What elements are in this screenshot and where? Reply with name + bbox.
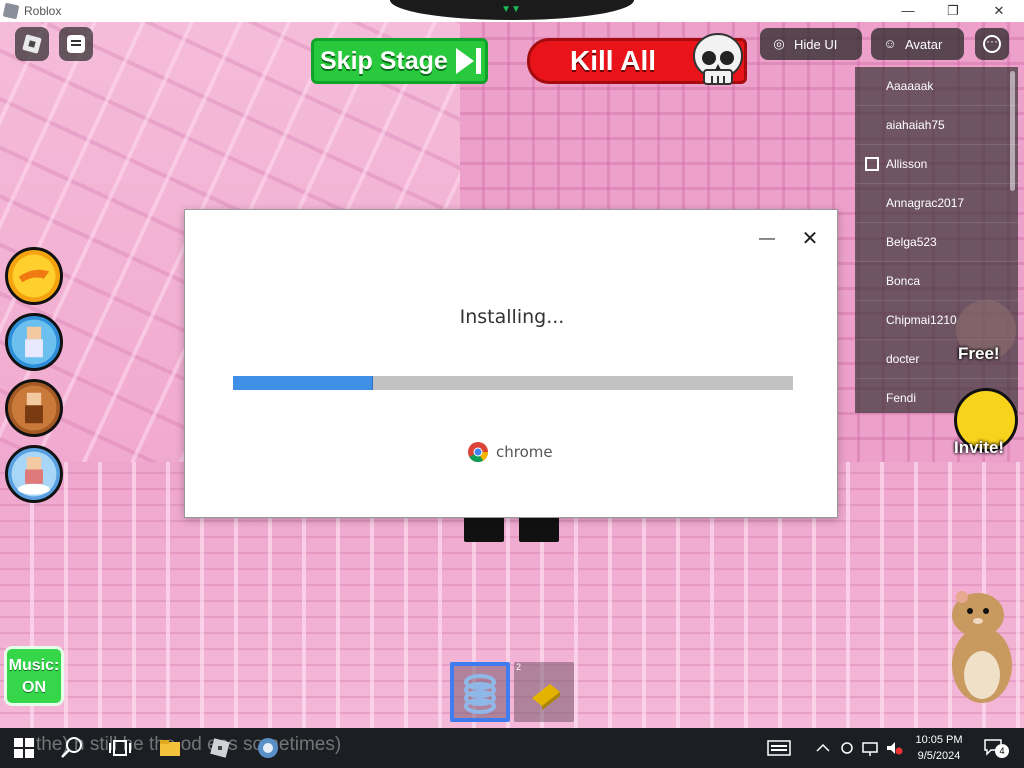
player-name: Chipmai1210 [886, 313, 957, 327]
skip-stage-button[interactable]: Skip Stage [311, 38, 488, 84]
chrome-brand: chrome [467, 441, 553, 463]
hide-ui-label: Hide UI [794, 36, 838, 52]
avatar-label: Avatar [905, 36, 943, 52]
chrome-logo-icon [468, 442, 489, 463]
player-name: Annagrac2017 [886, 196, 965, 210]
player-name: Aaaaaak [886, 79, 934, 93]
roblox-taskbar-icon[interactable] [208, 736, 232, 760]
skip-bar-icon [475, 48, 481, 74]
play-icon [455, 48, 474, 74]
minimize-window-button[interactable]: — [885, 0, 931, 22]
installer-minimize-button[interactable]: — [757, 230, 777, 250]
hide-ui-button[interactable]: ◎ Hide UI [760, 28, 862, 60]
installer-status-text: Installing... [459, 306, 565, 328]
app-taskbar-icon[interactable] [256, 736, 280, 760]
player-list-item[interactable]: Allisson [855, 145, 1018, 184]
camera-icon[interactable] [838, 736, 856, 760]
free-reward-button[interactable]: Free! [954, 300, 1018, 366]
clock-date: 9/5/2024 [917, 750, 961, 762]
music-toggle-button[interactable]: Music: ON [4, 646, 64, 706]
skip-stage-label: Skip Stage [320, 46, 448, 75]
more-options-icon: ··· [983, 35, 1001, 53]
invite-label: Invite! [954, 438, 1005, 457]
notification-count: 4 [995, 744, 1009, 758]
notification-center-button[interactable]: 4 [983, 738, 1009, 758]
clock[interactable]: 10:05 PM 9/5/2024 [906, 732, 972, 764]
chat-button[interactable] [59, 27, 93, 61]
notch-indicator-icon: ▼▼ [501, 4, 521, 15]
chevron-up-icon[interactable] [814, 736, 832, 760]
avatar-button[interactable]: ☺ Avatar [871, 28, 964, 60]
chat-icon [67, 35, 85, 53]
network-icon[interactable] [860, 736, 880, 760]
spring-coil-icon [464, 674, 496, 714]
avatar-icon: ☺ [883, 36, 897, 51]
task-view-icon[interactable] [108, 736, 132, 760]
invite-friends-button[interactable]: Invite! [950, 388, 1022, 460]
hotbar-slot-2[interactable]: 2 [514, 662, 574, 722]
gold-bar-icon [532, 684, 560, 710]
windows-taskbar: the) n still he the od eps sometimes) 10… [0, 728, 1024, 768]
player-list-item[interactable]: Belga523 [855, 223, 1018, 262]
player-name: aiahaiah75 [886, 118, 945, 132]
window-title: Roblox [24, 4, 62, 18]
skull-icon [693, 33, 743, 85]
character-morph-1-icon[interactable] [5, 313, 63, 371]
more-options-button[interactable]: ··· [975, 28, 1009, 60]
hotbar-slot-1[interactable] [450, 662, 510, 722]
window-titlebar: Roblox ▼▼ — ❐ ✕ [0, 0, 1024, 22]
player-name: Belga523 [886, 235, 937, 249]
clock-time: 10:05 PM [915, 734, 963, 746]
music-state: ON [22, 679, 46, 696]
player-list-item[interactable]: aiahaiah75 [855, 106, 1018, 145]
roblox-menu-button[interactable] [15, 27, 49, 61]
player-name: Fendi [886, 391, 917, 405]
player-name: Allisson [886, 157, 928, 171]
installer-progress-fill [233, 376, 373, 390]
roblox-app-icon [2, 2, 20, 20]
eye-off-icon: ◎ [773, 36, 785, 51]
player-list-item[interactable]: Aaaaaak [855, 67, 1018, 106]
installer-progress-bar [233, 376, 793, 390]
character-left-foot [464, 516, 504, 542]
search-icon[interactable] [60, 736, 84, 760]
chrome-brand-label: chrome [496, 443, 553, 461]
keyboard-icon[interactable] [766, 736, 792, 760]
hotbar-slot-number: 2 [516, 662, 522, 672]
player-name: docter [886, 352, 920, 366]
installer-close-button[interactable]: ✕ [799, 228, 821, 250]
volume-muted-icon[interactable] [884, 736, 904, 760]
close-window-button[interactable]: ✕ [976, 0, 1022, 22]
player-name: Bonca [886, 274, 921, 288]
hamster-character [952, 591, 1012, 703]
character-morph-3-icon[interactable] [5, 445, 63, 503]
music-label: Music: [8, 657, 60, 674]
character-right-foot [519, 516, 559, 542]
windows-start-icon[interactable] [12, 736, 36, 760]
chrome-installer-dialog: — ✕ Installing... chrome [184, 209, 838, 518]
maximize-window-button[interactable]: ❐ [930, 0, 976, 22]
character-morph-2-icon[interactable] [5, 379, 63, 437]
roblox-logo-icon [22, 34, 42, 54]
player-list-item[interactable]: Annagrac2017 [855, 184, 1018, 223]
free-label: Free! [958, 344, 1000, 363]
premium-badge-icon [865, 157, 879, 171]
player-list-scrollbar[interactable] [1010, 71, 1015, 191]
kill-all-label: Kill All [570, 45, 657, 76]
file-explorer-icon[interactable] [158, 736, 182, 760]
speed-boost-icon[interactable] [5, 247, 63, 305]
player-list-item[interactable]: Bonca [855, 262, 1018, 301]
top-notch: ▼▼ [390, 0, 634, 20]
